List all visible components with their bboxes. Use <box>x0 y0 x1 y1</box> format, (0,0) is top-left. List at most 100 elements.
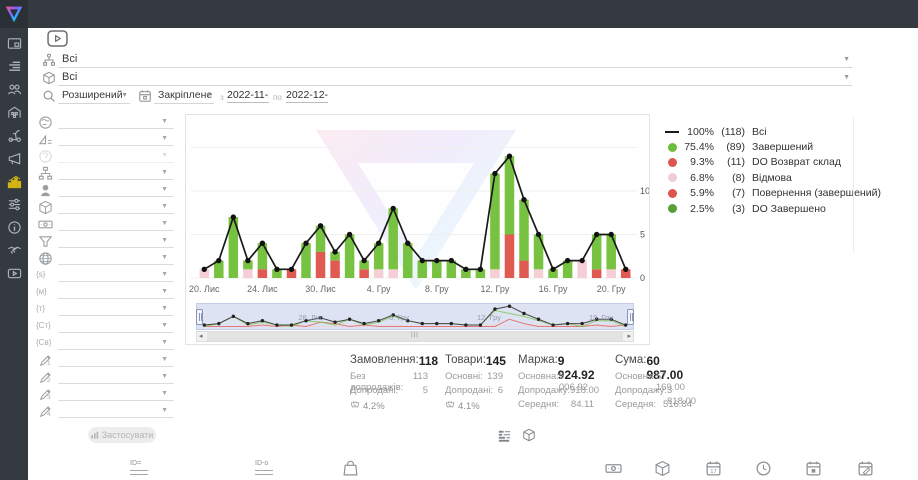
products-view-toggle[interactable] <box>522 428 537 443</box>
filter-row-15: 2▼ <box>36 370 174 387</box>
date-from-input[interactable] <box>227 88 269 103</box>
chevron-down-icon: ▼ <box>161 203 168 210</box>
legend-item-3[interactable]: 6.8%(8)Відмова <box>663 170 881 185</box>
search-mode-select[interactable]: Розширений ▼ <box>58 88 130 104</box>
toolbar-banknote[interactable] <box>605 460 622 480</box>
chevron-down-icon: ▼ <box>161 169 168 176</box>
scrollbar-thumb[interactable]: ||| <box>207 332 623 341</box>
info-icon <box>7 220 22 240</box>
filter-select-15[interactable]: ▼ <box>58 370 174 384</box>
legend-item-0[interactable]: 100%(118)Всі <box>663 124 881 139</box>
mini-chart-icon <box>91 431 99 439</box>
filter-select-12[interactable]: ▼ <box>58 319 174 333</box>
video-tour-button[interactable] <box>47 30 68 47</box>
chevron-down-icon: ▼ <box>161 254 168 261</box>
legend-dot-swatch <box>668 204 677 213</box>
banknote-icon <box>605 464 622 480</box>
megaphone-icon <box>7 151 22 171</box>
legend-item-2[interactable]: 9.3%(11)DO Возврат склад <box>663 155 881 170</box>
warehouse-icon <box>7 105 22 125</box>
orders-chart[interactable]: 051020. Лис24. Лис30. Лис4. Гру8. Гру12.… <box>186 115 649 301</box>
page: Всі ▼ Всі ▼ Розширений ▼ <box>0 0 918 480</box>
filter-select-17[interactable]: ▼ <box>58 404 174 418</box>
stat-sub-label: Допродані: <box>445 385 493 399</box>
chart-navigator[interactable]: 28. Лис5. Гру12. Гру19. Гру <box>196 303 634 330</box>
filter-select-9[interactable]: ▼ <box>58 268 174 282</box>
toolbar-calendar-edit[interactable] <box>857 460 874 480</box>
status-filter-select[interactable]: Всі ▼ <box>58 52 852 68</box>
toolbar-col-id-o[interactable]: ID-o <box>255 460 273 475</box>
toolbar-bag[interactable] <box>342 460 359 480</box>
toolbar-calendar-date[interactable]: 17 <box>705 460 722 480</box>
legend-item-4[interactable]: 5.9%(7)Повернення (завершений) <box>663 186 881 201</box>
stat-sub-label: Без допродажів: <box>350 371 413 385</box>
chart-scrollbar[interactable]: ◂ ||| ▸ <box>196 331 634 342</box>
filter-row-8: ▼ <box>36 251 174 268</box>
sidebar-item-warehouse[interactable] <box>0 103 28 126</box>
sidebar-item-info[interactable] <box>0 218 28 241</box>
filter-select-13[interactable]: ▼ <box>58 336 174 350</box>
filter-select-7[interactable]: ▼ <box>58 234 174 248</box>
filter-row-14: 1▼ <box>36 353 174 370</box>
sidebar-item-sliders[interactable] <box>0 195 28 218</box>
product-filter-row: Всі ▼ <box>0 70 918 86</box>
sidebar-item-handshake[interactable] <box>0 241 28 264</box>
bag-icon <box>342 464 359 480</box>
date-to-input[interactable] <box>286 88 328 103</box>
toolbar-calendar-check[interactable] <box>805 460 822 480</box>
svg-text:5: 5 <box>640 230 645 240</box>
orders-view-toggle[interactable] <box>497 428 512 443</box>
sidebar-item-video[interactable] <box>0 264 28 287</box>
chevron-down-icon: ▼ <box>161 118 168 125</box>
filter-select-10[interactable]: ▼ <box>58 285 174 299</box>
legend-item-1[interactable]: 75.4%(89)Завершений <box>663 139 881 154</box>
app-logo[interactable] <box>0 0 28 28</box>
filter-select-1[interactable]: ▼ <box>58 132 174 146</box>
svg-text:16. Гру: 16. Гру <box>539 284 568 294</box>
list-bars-icon <box>497 428 512 443</box>
toolbar-package[interactable] <box>654 460 671 480</box>
svg-text:19. Гру: 19. Гру <box>589 313 613 322</box>
legend-percent: 2.5% <box>681 203 714 215</box>
sidebar-item-delivery[interactable] <box>0 126 28 149</box>
stat-column-2: Маржа:9 924.92Основна:9 006.92Допродажу:… <box>518 354 594 413</box>
filter-select-8[interactable]: ▼ <box>58 251 174 265</box>
scroll-right-arrow-icon[interactable]: ▸ <box>627 332 631 342</box>
product-filter-select[interactable]: Всі ▼ <box>58 70 852 86</box>
filter-select-6[interactable]: ▼ <box>58 217 174 231</box>
legend-count: (8) <box>714 172 745 184</box>
apply-button[interactable]: Застосувати <box>88 427 156 443</box>
scroll-left-arrow-icon[interactable]: ◂ <box>199 332 203 342</box>
filter-select-4[interactable]: ▼ <box>58 183 174 197</box>
chevron-down-icon: ▼ <box>161 288 168 295</box>
navigator-right-handle[interactable] <box>627 309 634 325</box>
filter-select-0[interactable]: ▼ <box>58 115 174 129</box>
toolbar-col-id=[interactable]: ID= <box>130 460 148 475</box>
token-icon: {Св} <box>36 338 51 347</box>
sidebar-item-analytics[interactable] <box>0 172 28 195</box>
toolbar-clock[interactable] <box>755 460 772 480</box>
token-icon: {Ст} <box>36 321 51 330</box>
stat-footer-percent: 4.1% <box>458 401 480 412</box>
stat-value: 9 924.92 <box>558 354 595 371</box>
legend-dot-swatch <box>668 189 677 198</box>
svg-text:0: 0 <box>640 273 645 283</box>
filter-select-11[interactable]: ▼ <box>58 302 174 316</box>
stat-sub-value: 139 <box>487 371 503 385</box>
filter-select-16[interactable]: ▼ <box>58 387 174 401</box>
sidebar-item-megaphone[interactable] <box>0 149 28 172</box>
globe-icon <box>38 115 53 130</box>
date-to-label: по <box>273 93 282 102</box>
legend-item-5[interactable]: 2.5%(3)DO Завершено <box>663 201 881 216</box>
filter-select-5[interactable]: ▼ <box>58 200 174 214</box>
chevron-down-icon: ▼ <box>843 56 850 63</box>
chevron-down-icon: ▼ <box>161 322 168 329</box>
stat-title: Сума: <box>615 354 646 371</box>
stat-sub-value: 6 <box>498 385 503 399</box>
period-mode-select[interactable]: Закріплене ▼ <box>154 88 214 104</box>
navigator-left-handle[interactable] <box>196 309 203 325</box>
filter-select-14[interactable]: ▼ <box>58 353 174 367</box>
legend-percent: 75.4% <box>681 141 714 153</box>
filter-select-3[interactable]: ▼ <box>58 166 174 180</box>
stat-sub-label: Основна: <box>615 371 656 385</box>
